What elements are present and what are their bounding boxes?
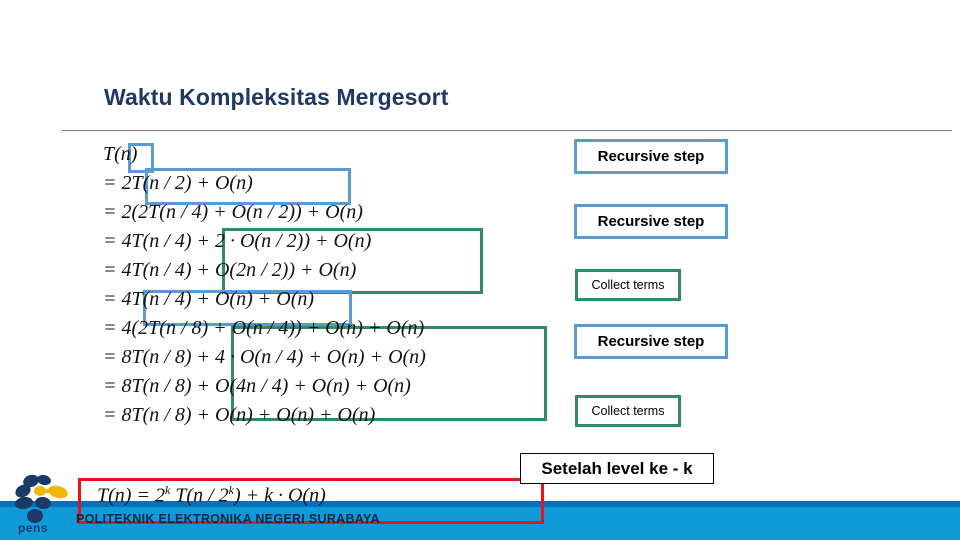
callout-recursive-step-2: Recursive step bbox=[574, 204, 728, 239]
callout-setelah-level-k: Setelah level ke - k bbox=[520, 453, 714, 484]
equation-line: = 2T(n / 2) + O(n) bbox=[103, 172, 253, 194]
pens-logo-wordmark: pens bbox=[18, 521, 49, 535]
final-formula-base: T(n) = 2 bbox=[97, 484, 165, 507]
callout-collect-terms-2: Collect terms bbox=[575, 395, 681, 427]
equation-line: = 4T(n / 4) + O(n) + O(n) bbox=[103, 288, 315, 310]
equation-derivation-block: T(n) = 2T(n / 2) + O(n) = 2(2T(n / 4) + … bbox=[103, 140, 573, 430]
final-formula: T(n) = 2k T(n / 2k) + k · O(n) bbox=[97, 483, 326, 508]
equation-line: = 8T(n / 8) + O(4n / 4) + O(n) + O(n) bbox=[103, 375, 411, 397]
equation-line: = 2(2T(n / 4) + O(n / 2)) + O(n) bbox=[103, 201, 363, 223]
equation-line: = 8T(n / 8) + O(n) + O(n) + O(n) bbox=[103, 404, 376, 426]
slide-canvas: Waktu Kompleksitas Mergesort T(n) = 2T(n… bbox=[0, 0, 960, 540]
footer-institution-name: POLITEKNIK ELEKTRONIKA NEGERI SURABAYA bbox=[76, 512, 380, 526]
callout-recursive-step-1: Recursive step bbox=[574, 139, 728, 174]
equation-line: = 4T(n / 4) + O(2n / 2)) + O(n) bbox=[103, 259, 357, 281]
equation-line: = 4T(n / 4) + 2 · O(n / 2)) + O(n) bbox=[103, 230, 372, 252]
equation-line: = 4(2T(n / 8) + O(n / 4)) + O(n) + O(n) bbox=[103, 317, 425, 339]
equation-line: T(n) bbox=[103, 143, 138, 165]
equation-line: = 8T(n / 8) + 4 · O(n / 4) + O(n) + O(n) bbox=[103, 346, 426, 368]
page-title: Waktu Kompleksitas Mergesort bbox=[104, 84, 449, 110]
callout-recursive-step-3: Recursive step bbox=[574, 324, 728, 359]
final-formula-tail: ) + k · O(n) bbox=[233, 484, 326, 507]
final-formula-exponent-1: k bbox=[164, 483, 171, 497]
callout-collect-terms-1: Collect terms bbox=[575, 269, 681, 301]
final-formula-mid: T(n / 2 bbox=[175, 484, 229, 507]
title-divider bbox=[62, 130, 952, 131]
